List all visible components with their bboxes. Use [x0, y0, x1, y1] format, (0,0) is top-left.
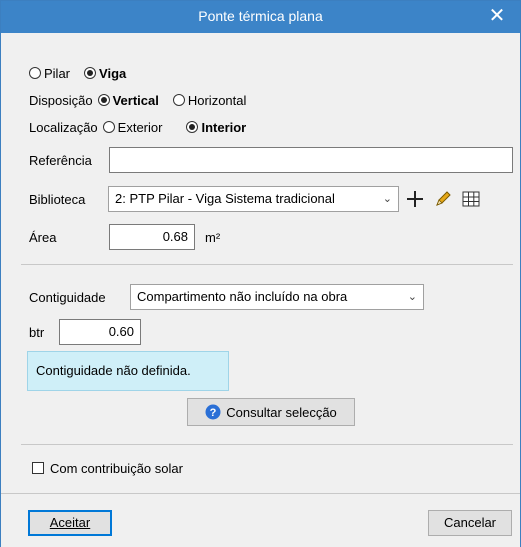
contiguidade-info-box: Contiguidade não definida.: [27, 351, 229, 391]
separator-1: [21, 264, 513, 265]
btr-input[interactable]: 0.60: [59, 319, 141, 345]
solar-checkbox[interactable]: Com contribuição solar: [32, 461, 183, 476]
radio-pilar-label: Pilar: [44, 65, 71, 81]
referencia-label: Referência: [29, 152, 92, 168]
referencia-input[interactable]: [109, 147, 513, 173]
radio-interior-label: Interior: [201, 119, 247, 135]
separator-2: [21, 444, 513, 445]
disposicao-row: Disposição Vertical Horizontal: [29, 89, 246, 111]
radio-viga-label: Viga: [99, 65, 127, 81]
close-icon[interactable]: ✕: [474, 1, 520, 33]
radio-vertical-circle[interactable]: [97, 94, 110, 106]
biblioteca-select[interactable]: 2: PTP Pilar - Viga Sistema tradicional …: [108, 186, 399, 212]
svg-text:?: ?: [210, 407, 217, 419]
contiguidade-value: Compartimento não incluído na obra: [137, 289, 348, 304]
radio-pilar[interactable]: Pilar: [29, 66, 70, 81]
radio-viga[interactable]: Viga: [84, 66, 126, 81]
cancelar-label: Cancelar: [443, 515, 497, 530]
radio-vertical-label: Vertical: [112, 92, 159, 108]
ponte-termica-dialog: Ponte térmica plana ✕ Pilar Viga Disposi…: [0, 0, 521, 547]
radio-exterior[interactable]: Exterior: [102, 119, 163, 135]
solar-checkbox-box[interactable]: [32, 462, 44, 474]
biblioteca-value: 2: PTP Pilar - Viga Sistema tradicional: [115, 191, 335, 206]
radio-horizontal-circle[interactable]: [172, 94, 185, 106]
radio-exterior-circle[interactable]: [102, 121, 115, 133]
radio-horizontal-label: Horizontal: [187, 92, 247, 108]
chevron-down-icon: ⌄: [382, 193, 392, 205]
title-bar: Ponte térmica plana ✕: [1, 1, 520, 33]
btr-label: btr: [29, 324, 45, 340]
radio-interior[interactable]: Interior: [186, 120, 246, 135]
area-label: Área: [29, 229, 57, 245]
consultar-selecao-label: Consultar selecção: [226, 404, 337, 420]
solar-checkbox-label: Com contribuição solar: [50, 460, 183, 476]
aceitar-button[interactable]: Aceitar: [28, 510, 112, 536]
dialog-footer: Aceitar Cancelar: [1, 493, 520, 547]
table-icon[interactable]: [461, 189, 481, 209]
tipo-row: Pilar Viga: [29, 62, 126, 84]
area-unit: m²: [205, 229, 221, 245]
contiguidade-select[interactable]: Compartimento não incluído na obra ⌄: [130, 284, 424, 310]
contiguidade-label: Contiguidade: [29, 289, 106, 305]
consultar-selecao-button[interactable]: ? Consultar selecção: [187, 398, 355, 426]
area-input[interactable]: 0.68: [109, 224, 195, 250]
radio-exterior-label: Exterior: [117, 119, 163, 135]
radio-viga-circle[interactable]: [84, 67, 97, 79]
radio-vertical[interactable]: Vertical: [97, 92, 159, 108]
chevron-down-icon: ⌄: [407, 291, 417, 303]
plus-icon[interactable]: [405, 189, 425, 209]
localizacao-row: Localização Exterior Interior: [29, 116, 246, 138]
radio-pilar-circle[interactable]: [29, 67, 41, 79]
aceitar-label: Aceitar: [49, 515, 91, 530]
window-title: Ponte térmica plana: [198, 8, 323, 24]
biblioteca-label: Biblioteca: [29, 191, 86, 207]
disposicao-label: Disposição: [29, 92, 93, 108]
pencil-icon[interactable]: [433, 189, 453, 209]
cancelar-button[interactable]: Cancelar: [428, 510, 512, 536]
localizacao-label: Localização: [29, 119, 98, 135]
radio-horizontal[interactable]: Horizontal: [172, 92, 247, 108]
solar-row: Com contribuição solar: [32, 457, 183, 479]
help-icon: ?: [205, 404, 221, 420]
radio-interior-circle[interactable]: [186, 121, 199, 133]
